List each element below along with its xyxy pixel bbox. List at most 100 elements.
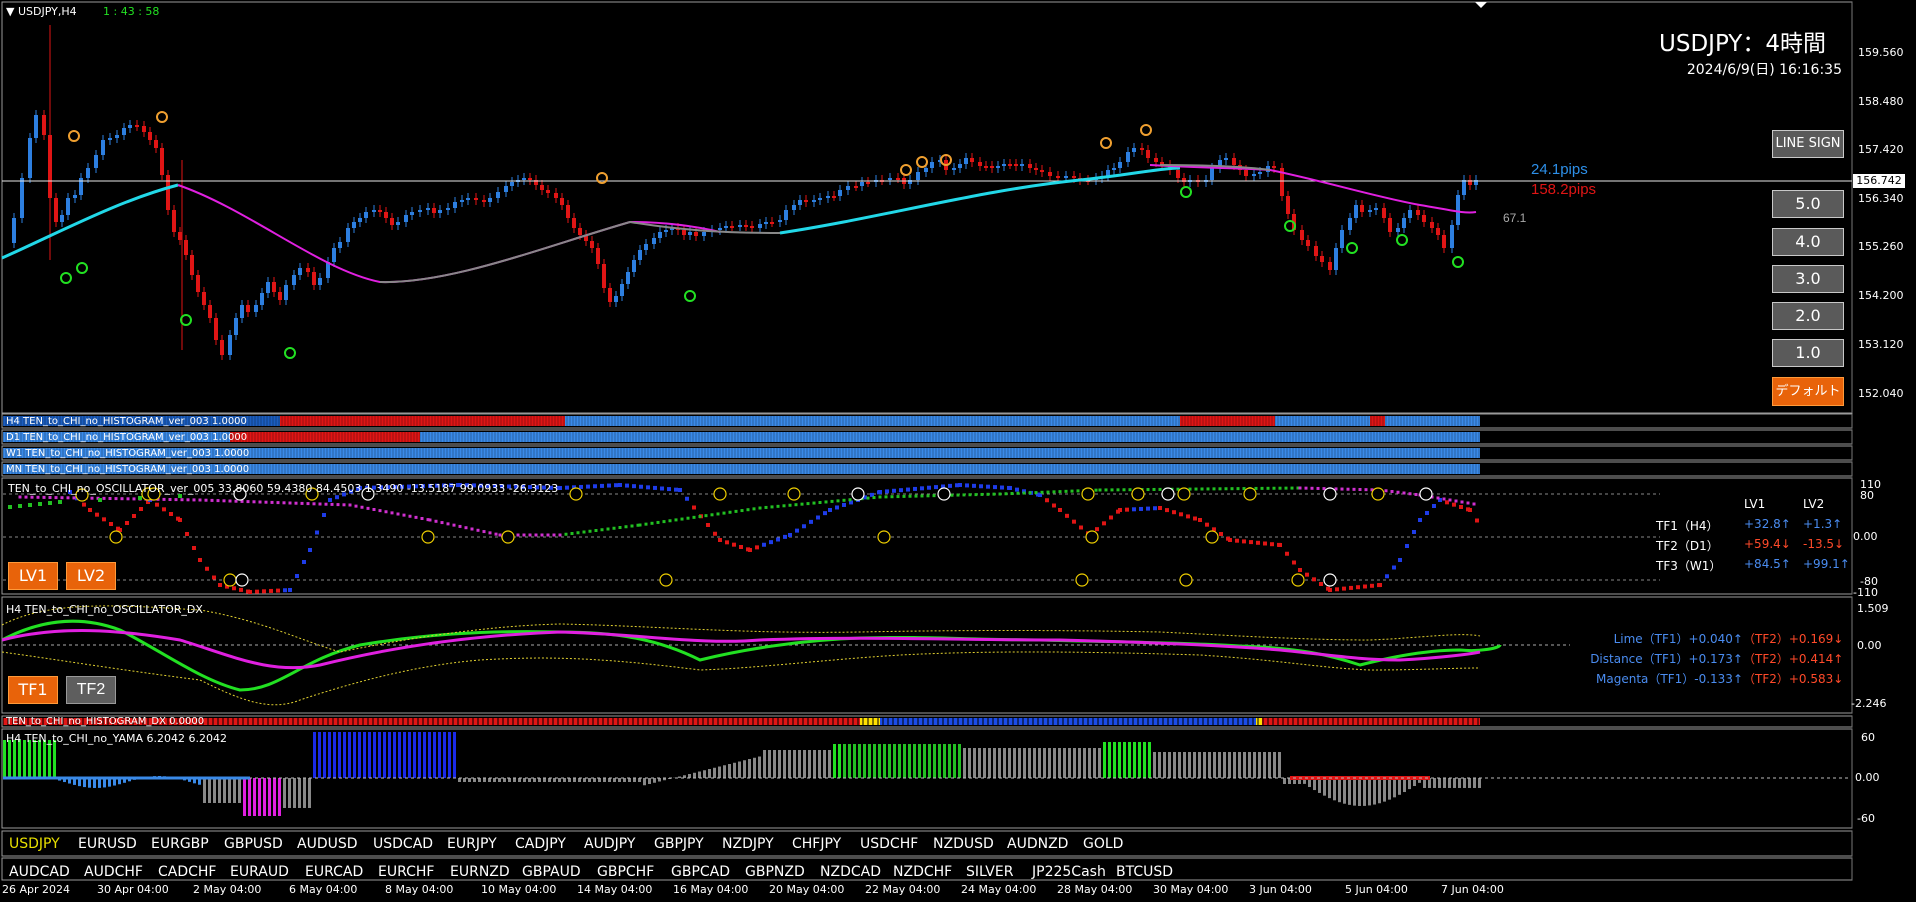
symbol-jp225cash[interactable]: JP225Cash bbox=[1032, 864, 1106, 880]
symbol-gbpusd[interactable]: GBPUSD bbox=[224, 836, 283, 852]
yama-bar bbox=[653, 778, 656, 783]
osc-lv2-dot bbox=[698, 515, 702, 518]
symbol-usdcad[interactable]: USDCAD bbox=[373, 836, 433, 852]
osc-lv1-dot bbox=[639, 484, 643, 489]
symbol-eurjpy[interactable]: EURJPY bbox=[447, 836, 497, 852]
candle-body bbox=[826, 196, 830, 198]
osc-lv2-dot bbox=[476, 528, 480, 532]
candle-body bbox=[566, 205, 570, 218]
candle-body bbox=[12, 218, 16, 243]
osc-lv2-dot bbox=[498, 533, 502, 537]
symbol-usdchf[interactable]: USDCHF bbox=[860, 836, 918, 852]
symbol-cadjpy[interactable]: CADJPY bbox=[515, 836, 566, 852]
osc-lv2-dot bbox=[42, 495, 46, 499]
osc-lv2-dot bbox=[60, 496, 64, 500]
candle-body bbox=[990, 166, 994, 168]
yama-bar bbox=[578, 778, 581, 782]
symbol-nzdusd[interactable]: NZDUSD bbox=[933, 836, 994, 852]
candle-body bbox=[1408, 210, 1412, 218]
osc-lv1-dot bbox=[269, 588, 273, 593]
osc-lv1-dot bbox=[965, 483, 969, 488]
symbol-gbpcad[interactable]: GBPCAD bbox=[671, 864, 730, 880]
symbol-eurusd[interactable]: EURUSD bbox=[78, 836, 137, 852]
osc-lv1-dot bbox=[232, 586, 236, 591]
default-button[interactable]: デフォルト bbox=[1772, 377, 1844, 406]
tf2-button[interactable]: TF2 bbox=[66, 676, 116, 704]
histogram-w1-label: W1 TEN_to_CHI_no_HISTOGRAM_ver_003 1.000… bbox=[6, 448, 250, 459]
lv2-button[interactable]: LV2 bbox=[66, 562, 116, 590]
yama-bar bbox=[928, 744, 931, 778]
candle-body bbox=[184, 240, 188, 255]
symbol-gbpjpy[interactable]: GBPJPY bbox=[654, 836, 704, 852]
osc-lv2-dot bbox=[806, 502, 810, 506]
osc-lv2-dot bbox=[770, 505, 774, 509]
candle-body bbox=[94, 155, 98, 168]
yama-bar bbox=[953, 744, 956, 778]
candle-body bbox=[1232, 158, 1236, 165]
symbol-silver[interactable]: SILVER bbox=[966, 864, 1013, 880]
symbol-eurgbp[interactable]: EURGBP bbox=[151, 836, 209, 852]
symbol-chfjpy[interactable]: CHFJPY bbox=[792, 836, 841, 852]
osc-row-tf3-lv2: +99.1↑ bbox=[1803, 557, 1850, 571]
yama-bar bbox=[1228, 752, 1231, 778]
level-3-button[interactable]: 3.0 bbox=[1772, 265, 1844, 293]
osc-lv1-dot bbox=[1292, 560, 1296, 565]
symbol-cadchf[interactable]: CADCHF bbox=[158, 864, 217, 880]
current-price-tag: 156.742 bbox=[1853, 174, 1905, 188]
dx-magenta-row: Magenta（TF1）-0.133↑ bbox=[1596, 672, 1743, 686]
yama-bar bbox=[403, 732, 406, 778]
symbol-btcusd[interactable]: BTCUSD bbox=[1116, 864, 1173, 880]
osc-lv2-dot bbox=[764, 505, 768, 509]
symbol-eurcad[interactable]: EURCAD bbox=[305, 864, 363, 880]
osc-col-lv1: LV1 bbox=[1744, 497, 1766, 511]
symbol-audcad[interactable]: AUDCAD bbox=[9, 864, 70, 880]
osc-lv2-dot bbox=[1224, 487, 1228, 491]
yama-bar bbox=[1008, 748, 1011, 778]
level-4-button[interactable]: 4.0 bbox=[1772, 228, 1844, 256]
symbol-gold[interactable]: GOLD bbox=[1083, 836, 1123, 852]
symbol-eurchf[interactable]: EURCHF bbox=[378, 864, 434, 880]
symbol-audnzd[interactable]: AUDNZD bbox=[1007, 836, 1068, 852]
level-5-button[interactable]: 5.0 bbox=[1772, 190, 1844, 218]
candle-body bbox=[318, 278, 322, 285]
symbol-nzdcad[interactable]: NZDCAD bbox=[820, 864, 881, 880]
tf1-button[interactable]: TF1 bbox=[8, 676, 58, 704]
candle-body bbox=[346, 228, 350, 242]
candle-body bbox=[652, 238, 656, 244]
osc-lv2-dot bbox=[980, 492, 984, 496]
candle-body bbox=[846, 186, 850, 190]
symbol-audchf[interactable]: AUDCHF bbox=[84, 864, 143, 880]
symbol-nzdjpy[interactable]: NZDJPY bbox=[722, 836, 774, 852]
candle-body bbox=[410, 212, 414, 215]
osc-lv2-dot bbox=[1390, 490, 1394, 493]
symbol-nzdchf[interactable]: NZDCHF bbox=[893, 864, 952, 880]
symbol-eurnzd[interactable]: EURNZD bbox=[450, 864, 510, 880]
symbol-audusd[interactable]: AUDUSD bbox=[297, 836, 358, 852]
symbol-audjpy[interactable]: AUDJPY bbox=[584, 836, 635, 852]
symbol-usdjpy[interactable]: USDJPY bbox=[9, 836, 60, 852]
symbol-euraud[interactable]: EURAUD bbox=[230, 864, 289, 880]
yama-bar bbox=[1453, 778, 1456, 788]
symbol-gbpnzd[interactable]: GBPNZD bbox=[745, 864, 805, 880]
symbol-gbpchf[interactable]: GBPCHF bbox=[597, 864, 654, 880]
level-1-button[interactable]: 1.0 bbox=[1772, 339, 1844, 367]
symbol-gbpaud[interactable]: GBPAUD bbox=[522, 864, 581, 880]
yama-bar bbox=[213, 778, 216, 803]
candle-body bbox=[1462, 180, 1466, 195]
osc-lv2-dot bbox=[1284, 486, 1288, 490]
osc-lv2-dot bbox=[18, 495, 22, 499]
osc-lv1-dot bbox=[1468, 508, 1472, 512]
candle-body bbox=[510, 182, 514, 186]
yama-bar bbox=[13, 740, 16, 778]
yama-bar bbox=[1348, 778, 1351, 805]
candle-body bbox=[888, 178, 892, 180]
osc-lv1-dot bbox=[913, 486, 917, 491]
candle-body bbox=[924, 168, 928, 172]
line-sign-button[interactable]: LINE SIGN bbox=[1772, 130, 1844, 158]
osc-lv2-dot bbox=[1310, 486, 1314, 490]
candle-body bbox=[1422, 215, 1426, 222]
level-2-button[interactable]: 2.0 bbox=[1772, 302, 1844, 330]
lv1-button[interactable]: LV1 bbox=[8, 562, 58, 590]
yama-bar bbox=[993, 748, 996, 778]
osc-lv2-dot bbox=[1028, 491, 1032, 495]
